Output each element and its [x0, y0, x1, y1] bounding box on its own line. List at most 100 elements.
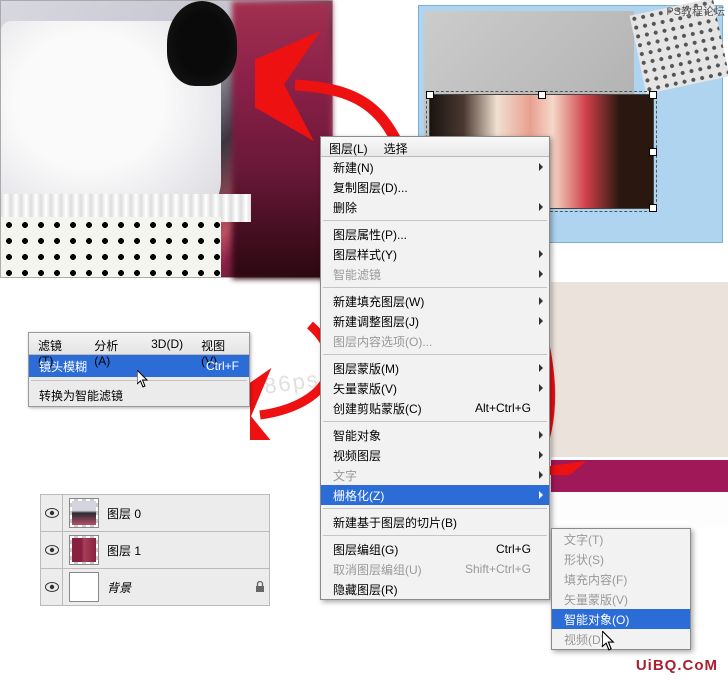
- transform-handle-tl[interactable]: [426, 91, 434, 99]
- menu-smart-filter-label: 转换为智能滤镜: [39, 387, 123, 404]
- submenu-item: 形状(S): [552, 549, 690, 569]
- menu-item: 取消图层编组(U) Shift+Ctrl+G: [321, 559, 549, 579]
- menu-item[interactable]: 矢量蒙版(V): [321, 378, 549, 398]
- menu-item-shortcut: Ctrl+G: [496, 542, 531, 556]
- separator: [323, 354, 547, 355]
- menu-lens-blur-label: 镜头模糊: [39, 358, 87, 375]
- menu-item: 图层内容选项(O)...: [321, 331, 549, 351]
- layer-menu: 图层(L) 选择 新建(N) 复制图层(D)... 删除图层属性(P)... 图层样式…: [320, 136, 550, 600]
- layer-name-label: 图层 0: [105, 505, 269, 522]
- watermark-top: PS教程论坛: [666, 3, 725, 19]
- bg-stripe-skin: [551, 282, 728, 457]
- menu-item-label: 取消图层编组(U): [333, 561, 422, 578]
- bg-stripe-pink: [551, 460, 728, 492]
- menu-item-label: 栅格化(Z): [333, 487, 384, 504]
- layer-thumbnail[interactable]: [69, 535, 99, 565]
- menu-item: 智能滤镜: [321, 264, 549, 284]
- menu-item[interactable]: 栅格化(Z): [321, 485, 549, 505]
- submenu-item-label: 形状(S): [564, 551, 604, 568]
- submenu-item[interactable]: 智能对象(O): [552, 609, 690, 629]
- submenu-arrow-icon: [539, 451, 543, 459]
- layers-panel: 图层 0 图层 1 背景: [40, 494, 270, 605]
- menu-item-label: 智能滤镜: [333, 266, 381, 283]
- menu-item[interactable]: 图层蒙版(M): [321, 358, 549, 378]
- separator: [323, 287, 547, 288]
- layer-name-label: 背景: [105, 579, 251, 596]
- menu-item[interactable]: 智能对象: [321, 425, 549, 445]
- transform-handle-mr[interactable]: [649, 148, 657, 156]
- rasterize-submenu: 文字(T)形状(S)填充内容(F)矢量蒙版(V)智能对象(O)视频(D): [551, 528, 691, 650]
- menu-item-label: 隐藏图层(R): [333, 581, 398, 598]
- visibility-eye-icon[interactable]: [41, 532, 63, 568]
- transform-handle-br[interactable]: [649, 204, 657, 212]
- menu-item[interactable]: 图层编组(G) Ctrl+G: [321, 539, 549, 559]
- menu-item[interactable]: 图层样式(Y): [321, 244, 549, 264]
- menu-item-label: 图层蒙版(M): [333, 360, 399, 377]
- submenu-arrow-icon: [539, 297, 543, 305]
- menu-item[interactable]: 创建剪贴蒙版(C) Alt+Ctrl+G: [321, 398, 549, 418]
- menu-item-label: 创建剪贴蒙版(C): [333, 400, 422, 417]
- submenu-arrow-icon: [539, 431, 543, 439]
- visibility-eye-icon[interactable]: [41, 495, 63, 531]
- menubar-select[interactable]: 选择: [376, 137, 416, 156]
- menu-item[interactable]: 图层属性(P)...: [321, 224, 549, 244]
- watermark-bottom: UiBQ.CoM: [636, 657, 718, 674]
- submenu-arrow-icon: [539, 364, 543, 372]
- submenu-arrow-icon: [539, 491, 543, 499]
- menu-lens-blur-shortcut: Ctrl+F: [206, 359, 239, 373]
- menubar-3d[interactable]: 3D(D): [142, 333, 192, 354]
- submenu-item: 矢量蒙版(V): [552, 589, 690, 609]
- layer-row[interactable]: 图层 0: [40, 494, 270, 532]
- submenu-arrow-icon: [539, 471, 543, 479]
- transform-handle-tr[interactable]: [649, 91, 657, 99]
- submenu-item-label: 智能对象(O): [564, 611, 629, 628]
- menu-item[interactable]: 新建(N): [321, 157, 549, 177]
- separator: [323, 535, 547, 536]
- menu-item-label: 矢量蒙版(V): [333, 380, 397, 397]
- menu-item-label: 图层样式(Y): [333, 246, 397, 263]
- menu-item[interactable]: 视频图层: [321, 445, 549, 465]
- submenu-arrow-icon: [539, 317, 543, 325]
- menu-item-label: 图层属性(P)...: [333, 226, 407, 243]
- menu-item[interactable]: 新建调整图层(J): [321, 311, 549, 331]
- submenu-item: 视频(D): [552, 629, 690, 649]
- menu-item[interactable]: 复制图层(D)...: [321, 177, 549, 197]
- submenu-arrow-icon: [539, 250, 543, 258]
- menu-item-shortcut: Shift+Ctrl+G: [465, 562, 531, 576]
- layer-menubar: 图层(L) 选择: [321, 137, 549, 157]
- menu-item[interactable]: 新建填充图层(W): [321, 291, 549, 311]
- visibility-eye-icon[interactable]: [41, 569, 63, 605]
- submenu-arrow-icon: [539, 384, 543, 392]
- menu-item[interactable]: 隐藏图层(R): [321, 579, 549, 599]
- separator: [323, 220, 547, 221]
- submenu-arrow-icon: [539, 163, 543, 171]
- menu-item-label: 视频图层: [333, 447, 381, 464]
- layer-thumbnail[interactable]: [69, 572, 99, 602]
- menu-item[interactable]: 删除: [321, 197, 549, 217]
- menu-item-label: 智能对象: [333, 427, 381, 444]
- bg-stripe-white: [551, 492, 728, 527]
- layer-row[interactable]: 背景: [40, 568, 270, 606]
- menu-item: 文字: [321, 465, 549, 485]
- separator: [323, 508, 547, 509]
- menubar-layer[interactable]: 图层(L): [321, 137, 376, 156]
- menu-item-label: 新建(N): [333, 159, 374, 176]
- transform-handle-tc[interactable]: [538, 91, 546, 99]
- filter-menubar: 滤镜(T) 分析(A) 3D(D) 视图(V): [29, 333, 249, 355]
- menu-item-label: 复制图层(D)...: [333, 179, 408, 196]
- main-image: [0, 0, 333, 278]
- menu-item[interactable]: 新建基于图层的切片(B): [321, 512, 549, 532]
- menu-item-label: 新建填充图层(W): [333, 293, 424, 310]
- layer-thumbnail[interactable]: [69, 498, 99, 528]
- menubar-view[interactable]: 视图(V): [192, 333, 249, 354]
- menu-item-shortcut: Alt+Ctrl+G: [475, 401, 531, 415]
- separator: [323, 421, 547, 422]
- menubar-analyze[interactable]: 分析(A): [85, 333, 142, 354]
- submenu-item-label: 文字(T): [564, 531, 603, 548]
- layer-row[interactable]: 图层 1: [40, 531, 270, 569]
- menu-item-label: 删除: [333, 199, 357, 216]
- menu-item-label: 新建基于图层的切片(B): [333, 514, 457, 531]
- menu-item-label: 图层编组(G): [333, 541, 398, 558]
- menubar-filter[interactable]: 滤镜(T): [29, 333, 85, 354]
- cursor-icon: [137, 370, 151, 388]
